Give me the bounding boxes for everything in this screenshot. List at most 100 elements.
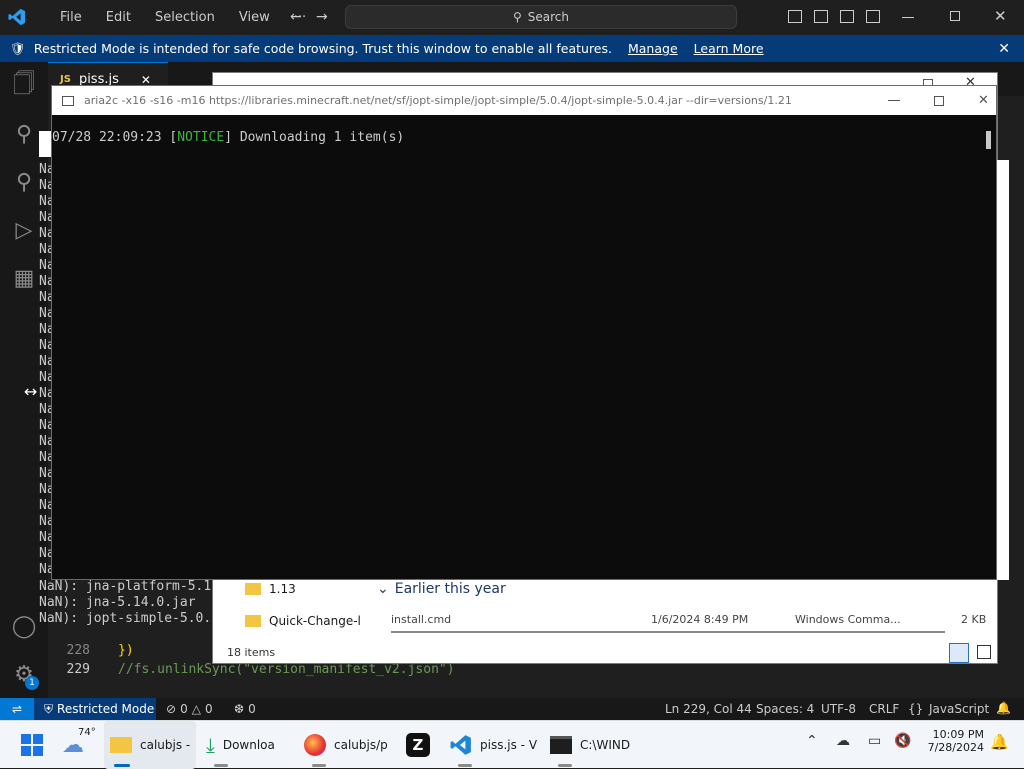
vscode-icon [450,735,471,755]
nav-pane: 1.13 Quick-Change-l [213,578,373,648]
ports-count: 0 [248,702,256,716]
minimize-icon[interactable] [902,17,914,18]
taskbar-app-downloads[interactable]: ⤓ Downloa [206,721,275,769]
network-off-icon[interactable]: ☁ [836,733,850,749]
details-view-icon[interactable] [949,643,969,663]
file-type: Windows Comma... [795,613,901,625]
start-button[interactable] [20,721,44,769]
toggle-panel-icon[interactable] [814,10,828,23]
folder-item[interactable]: 1.13 [245,582,296,596]
run-debug-icon[interactable]: ▷ [10,216,38,244]
cursor-position[interactable]: Ln 229, Col 44 [665,702,752,716]
banner-message: Restricted Mode is intended for safe cod… [33,41,612,56]
resize-cursor-icon: ↔ [24,382,38,401]
forward-arrow-icon[interactable]: → [316,9,328,25]
console-title-bar: aria2c -x16 -s16 -m16 https://libraries.… [52,86,996,115]
menu-view[interactable]: View [231,10,278,25]
console-window[interactable] [51,85,997,580]
taskbar-app-label: piss.js - V [480,738,538,752]
display-icon[interactable]: ▭ [868,733,881,749]
remote-icon[interactable]: ⇌ [0,698,34,720]
chevron-up-icon[interactable]: ⌃ [806,733,818,749]
customize-layout-icon[interactable] [866,10,880,23]
ports-status[interactable]: ❆ 0 [234,702,256,716]
file-size: 2 KB [961,613,987,625]
manage-link[interactable]: Manage [628,41,678,56]
volume-muted-icon[interactable]: 🔇 [894,733,911,749]
weather-widget[interactable]: ☁ 74° [62,721,96,769]
clock[interactable]: 10:09 PM 7/28/2024 [922,728,984,754]
taskbar-app-vscode[interactable]: piss.js - V [450,721,537,769]
explorer-icon[interactable]: 🗍 [10,72,38,100]
tiles-view-icon[interactable] [977,645,991,659]
line-number: 228 [66,643,90,658]
console-output: 07/28 22:09:23 [NOTICE] Downloading 1 it… [52,130,404,145]
search-view-icon[interactable]: ⚲ [10,120,38,148]
code-line[interactable]: }) [118,641,134,660]
temperature: 74° [78,727,96,738]
open-indicator [458,764,472,767]
clock-date: 7/28/2024 [927,741,984,754]
learn-more-link[interactable]: Learn More [694,41,764,56]
download-icon: ⤓ [206,733,215,757]
items-count: 18 items [227,646,276,659]
toggle-secondary-sidebar-icon[interactable] [840,10,854,23]
folder-item[interactable]: Quick-Change-l [245,614,361,628]
folder-icon [245,615,261,627]
windows-logo-icon [21,734,43,756]
command-search[interactable]: ⚲ Search [345,5,737,29]
warnings-count: 0 [204,702,213,716]
folder-icon [245,583,261,595]
language-mode[interactable]: JavaScript [929,702,989,716]
menu-edit[interactable]: Edit [98,10,139,25]
bell-icon[interactable]: 🔔 [996,701,1011,715]
eol-status[interactable]: CRLF [869,702,899,716]
indentation-status[interactable]: Spaces: 4 [756,702,814,716]
extensions-icon[interactable]: ▦ [10,264,38,292]
terminal-icon [550,736,572,754]
menu-selection[interactable]: Selection [147,10,223,25]
z-app-icon: Z [406,733,430,757]
close-banner-icon[interactable]: ✕ [998,41,1010,57]
file-row[interactable]: install.cmd 1/6/2024 8:49 PM Windows Com… [389,613,989,625]
console-scrollbar-thumb[interactable] [986,131,991,149]
console-maximize-icon[interactable] [934,95,944,106]
javascript-file-icon: JS [60,74,71,85]
toggle-sidebar-icon[interactable] [788,10,802,23]
taskbar-app-zed[interactable]: Z [406,721,430,769]
restricted-label: Restricted Mode [57,702,155,716]
taskbar-app-firefox[interactable]: calubjs/p [304,721,388,769]
horizontal-scrollbar[interactable] [391,631,945,633]
problems-status[interactable]: ⊘ 0 △ 0 [166,702,213,716]
source-control-icon[interactable]: ⚲ [10,168,38,196]
menu-file[interactable]: File [52,10,90,25]
restore-icon[interactable] [950,11,960,21]
group-header[interactable]: ⌄ Earlier this year [377,581,506,597]
console-time: 07/28 22:09:23 [ [52,130,178,145]
console-minimize-icon[interactable] [888,100,900,101]
taskbar-app-cmd[interactable]: C:\WIND [550,721,630,769]
terminal-line: NaN): jna-platform-5.1 [39,579,212,594]
taskbar-app-label: calubjs/p [334,738,388,752]
console-app-icon [62,95,74,106]
active-indicator [114,764,130,767]
warning-icon: △ [191,702,201,716]
back-arrow-icon[interactable]: ← [290,9,302,25]
close-window-icon[interactable]: ✕ [994,7,1007,25]
notification-bell-icon[interactable]: 🔔 [990,733,1009,751]
encoding-status[interactable]: UTF-8 [821,702,856,716]
taskbar-app-label: calubjs - [140,738,191,752]
taskbar-app-label: Downloa [222,738,275,752]
taskbar-app-explorer[interactable]: calubjs - [104,721,196,769]
braces-icon: {} [908,702,924,716]
console-close-icon[interactable]: ✕ [978,93,989,108]
error-icon: ⊘ [166,702,177,716]
vscode-logo-icon [8,8,26,26]
account-icon[interactable]: ◯ [10,612,38,640]
radio-tower-icon: ❆ [234,702,245,716]
folder-label: Quick-Change-l [269,614,361,628]
console-side-strip [997,160,1009,580]
restricted-mode-status[interactable]: ⛨ Restricted Mode [34,698,156,720]
clock-time: 10:09 PM [932,728,984,741]
search-label: Search [527,10,570,24]
